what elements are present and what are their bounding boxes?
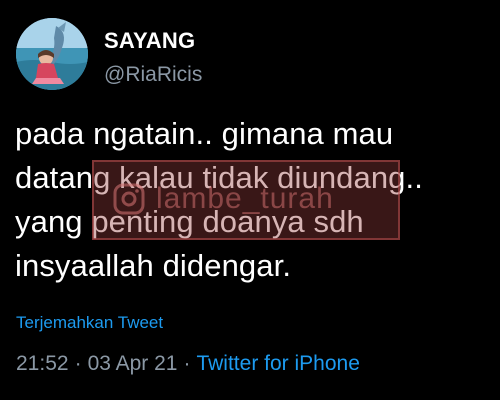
- translate-tweet-link[interactable]: Terjemahkan Tweet: [16, 312, 163, 334]
- user-handle[interactable]: @RiaRicis: [104, 62, 202, 88]
- tweet-text: pada ngatain.. gimana mau datang kalau t…: [15, 116, 423, 283]
- tweet-date[interactable]: 03 Apr 21: [88, 352, 178, 375]
- profile-photo: [16, 18, 88, 90]
- tweet-time[interactable]: 21:52: [16, 352, 69, 375]
- tweet: SAYANG @RiaRicis pada ngatain.. gimana m…: [0, 0, 500, 400]
- meta-separator: ·: [183, 352, 191, 375]
- avatar[interactable]: [16, 18, 88, 90]
- tweet-meta: 21:52 · 03 Apr 21 · Twitter for iPhone: [16, 350, 360, 378]
- author-info: SAYANG @RiaRicis: [104, 28, 202, 88]
- meta-separator: ·: [74, 352, 82, 375]
- tweet-source[interactable]: Twitter for iPhone: [196, 352, 359, 375]
- display-name[interactable]: SAYANG: [104, 28, 202, 54]
